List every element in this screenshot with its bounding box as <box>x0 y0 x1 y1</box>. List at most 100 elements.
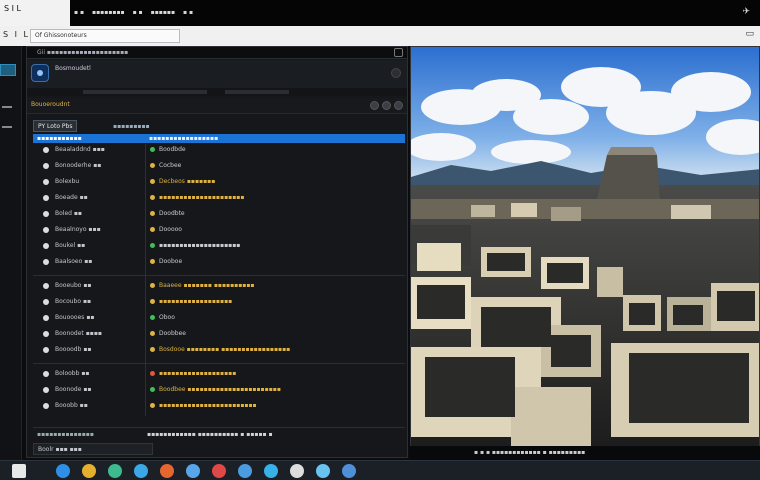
row-value: Dooboe <box>159 258 183 265</box>
list-row[interactable]: Boled ▪▪ Doodbte <box>33 208 405 220</box>
folder-icon[interactable] <box>82 464 96 478</box>
list-row[interactable]: Bocoubo ▪▪ ▪▪▪▪▪▪▪▪▪▪▪▪▪▪▪▪▪▪ <box>33 296 405 308</box>
footer-label: Boolr ▪▪▪ ▪▪▪ <box>38 446 82 453</box>
toolbar-button[interactable] <box>382 101 391 110</box>
list-row[interactable]: Boeade ▪▪ ▪▪▪▪▪▪▪▪▪▪▪▪▪▪▪▪▪▪▪▪▪ <box>33 192 405 204</box>
status-dot-icon <box>150 283 155 288</box>
mail-icon[interactable] <box>212 464 226 478</box>
row-value: Baaeee ▪▪▪▪▪▪▪ ▪▪▪▪▪▪▪▪▪▪ <box>159 282 255 289</box>
row-value: Bosdooe ▪▪▪▪▪▪▪▪ ▪▪▪▪▪▪▪▪▪▪▪▪▪▪▪▪▪ <box>159 346 291 353</box>
browser-icon[interactable] <box>56 464 70 478</box>
edit-icon[interactable] <box>342 464 356 478</box>
toolbar-label: Bouoeroudnt <box>31 101 70 108</box>
row-value: ▪▪▪▪▪▪▪▪▪▪▪▪▪▪▪▪▪▪▪▪ <box>159 242 241 249</box>
toolbar: Bouoeroudnt <box>27 98 407 114</box>
status-dot-icon <box>150 243 155 248</box>
address-bar: S I L Of Ghissonoteurs ▭ <box>0 26 760 46</box>
radio-icon[interactable] <box>43 195 49 201</box>
status-dot-icon <box>150 299 155 304</box>
toolbar-button[interactable] <box>370 101 379 110</box>
top-menu: ▪ ▪ ▪▪▪▪▪▪▪▪ ▪ ▪ ▪▪▪▪▪▪ ▪ ▪ <box>74 9 193 16</box>
row-label: Boloobb ▪▪ <box>55 370 90 377</box>
menu-item[interactable]: ▪ ▪ <box>133 9 143 16</box>
menu-item[interactable]: ▪ ▪ <box>183 9 193 16</box>
status-dot-icon <box>150 403 155 408</box>
list-row[interactable]: Bolexbu Decbeos ▪▪▪▪▪▪▪ <box>33 176 405 188</box>
group-divider <box>33 363 405 364</box>
settings-icon[interactable] <box>394 48 403 57</box>
list-row[interactable]: Booeubo ▪▪ Baaeee ▪▪▪▪▪▪▪ ▪▪▪▪▪▪▪▪▪▪ <box>33 280 405 292</box>
address-input[interactable]: Of Ghissonoteurs <box>30 29 180 43</box>
status-dot-icon <box>150 147 155 152</box>
radio-icon[interactable] <box>43 243 49 249</box>
browser-tab[interactable]: S I L <box>0 0 70 26</box>
menu-item[interactable]: ▪ ▪ <box>74 9 84 16</box>
tab-secondary[interactable]: ▪▪▪▪▪▪▪▪▪ <box>113 123 150 130</box>
status-dot-icon <box>150 211 155 216</box>
radio-icon[interactable] <box>43 299 49 305</box>
airplane-icon[interactable]: ✈ <box>742 7 750 17</box>
selected-row[interactable]: ▪▪▪▪▪▪▪▪▪▪▪ ▪▪▪▪▪▪▪▪▪▪▪▪▪▪▪▪▪ <box>33 134 405 143</box>
start-button[interactable] <box>12 464 26 478</box>
window-titlebar[interactable]: Gii ▪▪▪▪▪▪▪▪▪▪▪▪▪▪▪▪▪▪▪▪ <box>27 47 407 59</box>
viewport-status-bar: ▪ ▪ ▪ ▪▪▪▪▪▪▪▪▪▪▪▪ ▪ ▪▪▪▪▪▪▪▪▪ <box>410 446 760 460</box>
dock-marker <box>2 106 12 108</box>
radio-icon[interactable] <box>43 403 49 409</box>
app-icon[interactable] <box>108 464 122 478</box>
menu-item[interactable]: ▪▪▪▪▪▪ <box>151 9 175 16</box>
status-dot-icon <box>150 371 155 376</box>
radio-icon[interactable] <box>43 259 49 265</box>
list-row[interactable]: Booobb ▪▪ ▪▪▪▪▪▪▪▪▪▪▪▪▪▪▪▪▪▪▪▪▪▪▪▪ <box>33 400 405 412</box>
app-title: Bosmoudetl <box>55 65 91 72</box>
radio-icon[interactable] <box>43 347 49 353</box>
radio-icon[interactable] <box>43 283 49 289</box>
dock-button[interactable] <box>0 64 16 76</box>
column-divider <box>145 144 146 416</box>
row-label: Boeade ▪▪ <box>55 194 88 201</box>
progress-segment <box>225 90 289 94</box>
row-label: Boled ▪▪ <box>55 210 82 217</box>
toolbar-button[interactable] <box>394 101 403 110</box>
radio-icon[interactable] <box>43 227 49 233</box>
game-viewport[interactable] <box>410 46 760 448</box>
list-row[interactable]: Bouoooes ▪▪ Oboo <box>33 312 405 324</box>
tab-active[interactable]: PY Loto Pbs <box>33 120 78 132</box>
list-row[interactable]: Beaalnoyo ▪▪▪ Dooooo <box>33 224 405 236</box>
game-icon[interactable] <box>160 464 174 478</box>
row-value: Oboo <box>159 314 175 321</box>
status-row: ▪▪▪▪▪▪▪▪▪▪▪▪▪▪ ▪▪▪▪▪▪▪▪▪▪▪▪ ▪▪▪▪▪▪▪▪▪▪ ▪… <box>33 427 405 439</box>
list-row[interactable]: Boonode ▪▪ Boodbee ▪▪▪▪▪▪▪▪▪▪▪▪▪▪▪▪▪▪▪▪▪▪… <box>33 384 405 396</box>
radio-icon[interactable] <box>43 315 49 321</box>
footer-field[interactable]: Boolr ▪▪▪ ▪▪▪ <box>33 443 153 455</box>
row-value: Boodbee ▪▪▪▪▪▪▪▪▪▪▪▪▪▪▪▪▪▪▪▪▪▪▪ <box>159 386 281 393</box>
chat-icon[interactable] <box>134 464 148 478</box>
radio-icon[interactable] <box>43 331 49 337</box>
list-row[interactable]: Beaaladdnd ▪▪▪ Boodbde <box>33 144 405 156</box>
list-row[interactable]: Baalsoeo ▪▪ Dooboe <box>33 256 405 268</box>
row-label: Baalsoeo ▪▪ <box>55 258 93 265</box>
radio-icon[interactable] <box>43 179 49 185</box>
arrow-icon[interactable] <box>316 464 330 478</box>
list-row[interactable]: Bonooderhe ▪▪ Cocbee <box>33 160 405 172</box>
radio-icon[interactable] <box>43 211 49 217</box>
media-icon[interactable] <box>238 464 252 478</box>
nav-label: S I L <box>3 30 30 39</box>
menu-item[interactable]: ▪▪▪▪▪▪▪▪ <box>92 9 125 16</box>
app-header: Bosmoudetl <box>27 60 407 88</box>
list-row[interactable]: Boukel ▪▪ ▪▪▪▪▪▪▪▪▪▪▪▪▪▪▪▪▪▪▪▪ <box>33 240 405 252</box>
radio-icon[interactable] <box>43 163 49 169</box>
store-icon[interactable] <box>186 464 200 478</box>
radio-icon[interactable] <box>43 387 49 393</box>
share-icon[interactable] <box>290 464 304 478</box>
window-icon[interactable]: ▭ <box>745 29 754 39</box>
radio-icon[interactable] <box>43 147 49 153</box>
cloud-icon[interactable] <box>264 464 278 478</box>
progress-bar <box>27 88 407 96</box>
list-row[interactable]: Boloobb ▪▪ ▪▪▪▪▪▪▪▪▪▪▪▪▪▪▪▪▪▪▪ <box>33 368 405 380</box>
row-value: ▪▪▪▪▪▪▪▪▪▪▪▪▪▪▪▪▪▪▪ <box>159 370 237 377</box>
list-row[interactable]: Boooodb ▪▪ Bosdooe ▪▪▪▪▪▪▪▪ ▪▪▪▪▪▪▪▪▪▪▪▪▪… <box>33 344 405 356</box>
list-row[interactable]: Boonodet ▪▪▪▪ Doobbee <box>33 328 405 340</box>
radio-icon[interactable] <box>43 371 49 377</box>
row-value: ▪▪▪▪▪▪▪▪▪▪▪▪▪▪▪▪▪▪▪▪▪▪▪▪ <box>159 402 257 409</box>
header-menu-button[interactable] <box>391 68 401 78</box>
